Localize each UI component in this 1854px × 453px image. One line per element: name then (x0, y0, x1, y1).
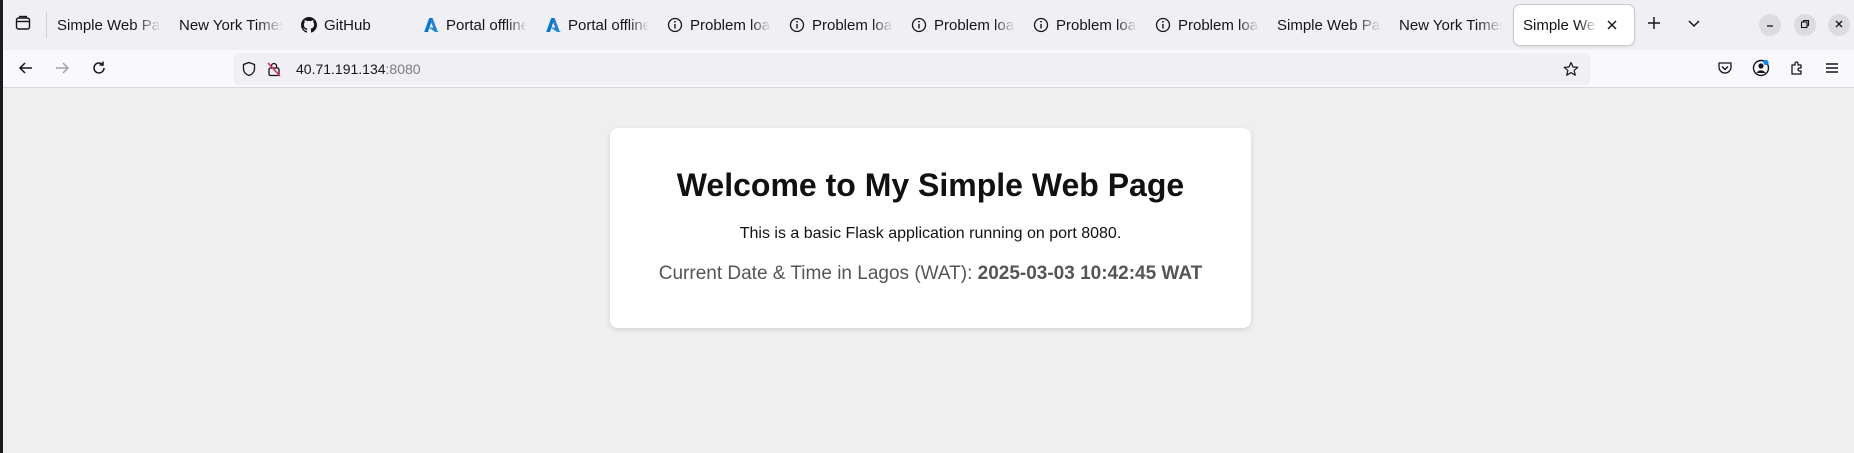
tab-title: New York Times (1399, 16, 1503, 34)
tab-title: Simple Web Page (57, 16, 161, 34)
time-label: Current Date & Time in Lagos (WAT): (658, 263, 978, 284)
bookmark-star-icon[interactable] (1562, 60, 1580, 78)
chevron-down-icon (1687, 16, 1701, 35)
tab-new-york-times-1[interactable]: New York Times (170, 5, 292, 45)
firefox-view-button[interactable] (10, 12, 36, 38)
back-button[interactable] (12, 56, 40, 84)
tab-problem-loading-5[interactable]: Problem loading page (1146, 5, 1268, 45)
tab-simple-web-page-2[interactable]: Simple Web Page (1268, 5, 1390, 45)
tab-title: Problem loading page (934, 16, 1015, 34)
close-tab-icon[interactable] (1603, 16, 1621, 34)
tab-title: Problem loading page (1178, 16, 1259, 34)
account-icon (1752, 59, 1770, 82)
tab-title: GitHub (324, 16, 371, 34)
tab-new-york-times-2[interactable]: New York Times (1390, 5, 1512, 45)
tab-problem-loading-2[interactable]: Problem loading page (780, 5, 902, 45)
window-left-edge (0, 0, 3, 453)
reload-icon (91, 60, 107, 81)
tab-title: Portal offline (568, 16, 649, 34)
tab-problem-loading-4[interactable]: Problem loading page (1024, 5, 1146, 45)
tab-title: Portal offline (446, 16, 527, 34)
minimize-icon (1765, 16, 1775, 34)
tab-portal-offline-2[interactable]: Portal offline (536, 5, 658, 45)
page-description: This is a basic Flask application runnin… (739, 225, 1122, 242)
puzzle-piece-icon (1789, 60, 1805, 81)
address-bar[interactable]: 40.71.191.134:8080 (234, 53, 1590, 85)
tab-separator (46, 12, 47, 38)
insecure-lock-icon[interactable] (265, 60, 283, 78)
close-icon (1834, 16, 1844, 34)
arrow-right-icon (54, 60, 70, 81)
app-menu-button[interactable] (1818, 56, 1846, 84)
firefox-view-icon (15, 15, 31, 36)
close-window-button[interactable] (1828, 14, 1850, 36)
tab-title: Problem loading page (812, 16, 893, 34)
forward-button[interactable] (48, 56, 76, 84)
shield-icon[interactable] (240, 60, 258, 78)
extensions-button[interactable] (1783, 56, 1811, 84)
arrow-left-icon (18, 60, 34, 81)
tab-title: New York Times (179, 16, 283, 34)
tab-simple-web-page-1[interactable]: Simple Web Page (48, 5, 170, 45)
tab-title: Problem loading page (1056, 16, 1137, 34)
tab-title: Problem loading page (690, 16, 771, 34)
url-text[interactable]: 40.71.191.134:8080 (296, 61, 421, 77)
azure-icon (423, 17, 439, 33)
info-icon (911, 17, 927, 33)
github-icon (301, 17, 317, 33)
tab-list: Simple Web Page New York Times GitHub Po… (48, 5, 1634, 45)
pocket-button[interactable] (1711, 56, 1739, 84)
navigation-toolbar: 40.71.191.134:8080 (0, 50, 1854, 88)
new-tab-button[interactable] (1641, 12, 1667, 38)
url-host: 40.71.191.134 (296, 61, 386, 77)
hamburger-menu-icon (1824, 60, 1840, 81)
tab-github[interactable]: GitHub (292, 5, 414, 45)
minimize-button[interactable] (1759, 14, 1781, 36)
tab-simple-web-page-active[interactable]: Simple Web Page (1514, 5, 1634, 45)
reload-button[interactable] (85, 56, 113, 84)
tab-title: Simple Web Page (1277, 16, 1381, 34)
info-icon (667, 17, 683, 33)
azure-icon (545, 17, 561, 33)
info-icon (789, 17, 805, 33)
restore-icon (1800, 16, 1810, 34)
tab-title: Simple Web Page (1523, 16, 1597, 34)
page-viewport: Welcome to My Simple Web Page This is a … (3, 89, 1854, 453)
tab-problem-loading-1[interactable]: Problem loading page (658, 5, 780, 45)
current-time-line: Current Date & Time in Lagos (WAT): 2025… (610, 262, 1251, 286)
tab-problem-loading-3[interactable]: Problem loading page (902, 5, 1024, 45)
welcome-card: Welcome to My Simple Web Page This is a … (610, 128, 1251, 328)
plus-icon (1647, 16, 1661, 35)
tab-strip: Simple Web Page New York Times GitHub Po… (0, 0, 1854, 50)
info-icon (1155, 17, 1171, 33)
pocket-icon (1717, 60, 1733, 81)
restore-button[interactable] (1794, 14, 1816, 36)
url-port: :8080 (385, 61, 421, 77)
info-icon (1033, 17, 1049, 33)
page-heading: Welcome to My Simple Web Page (676, 167, 1185, 203)
tab-portal-offline-1[interactable]: Portal offline (414, 5, 536, 45)
time-value: 2025-03-03 10:42:45 WAT (977, 263, 1203, 284)
account-button[interactable] (1747, 56, 1775, 84)
list-all-tabs-button[interactable] (1681, 12, 1707, 38)
